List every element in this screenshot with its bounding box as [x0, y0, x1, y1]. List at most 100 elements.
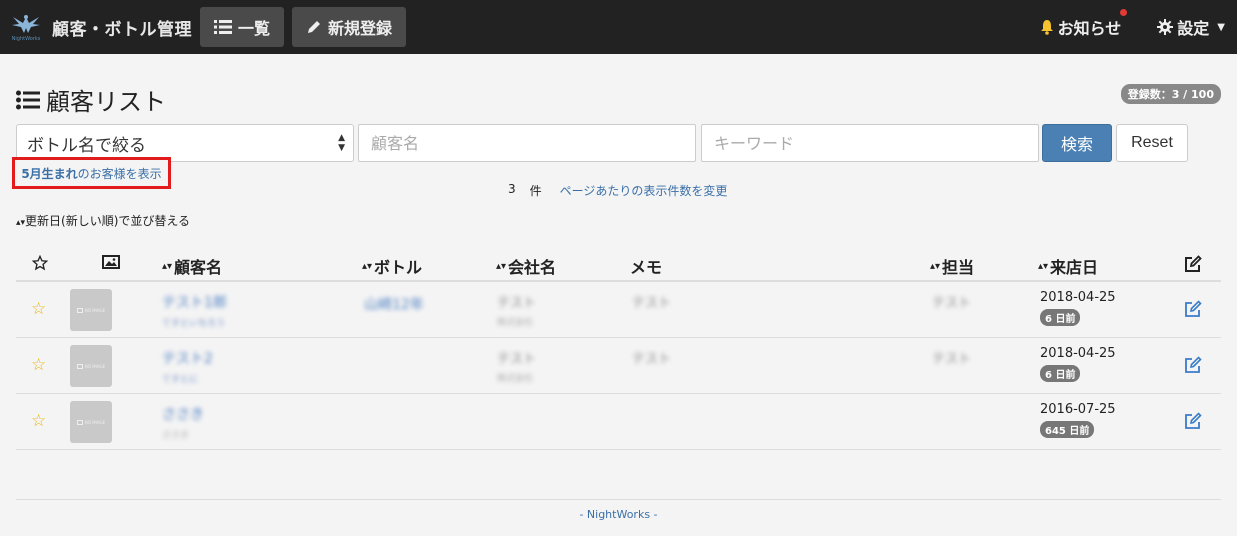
birth-month-filter-link[interactable]: 5月生まれ のお客様を表示 — [12, 157, 171, 189]
edit-icon — [1185, 300, 1202, 317]
customer-name-cell[interactable]: ささき ささき — [162, 404, 204, 441]
memo-header: メモ — [630, 254, 662, 278]
company-header-label: 会社名 — [508, 258, 557, 277]
image-header-icon — [102, 255, 120, 269]
app-logo[interactable]: NightWorks — [8, 9, 44, 45]
company-name: テスト — [497, 296, 537, 311]
customer-name: ささき — [162, 407, 204, 423]
visit-cell: 2016-07-25 645 日前 — [1040, 402, 1116, 438]
nav-new-button[interactable]: 新規登録 — [292, 7, 407, 47]
bird-icon — [12, 14, 40, 33]
sort-icon: ▴▾ — [16, 218, 26, 228]
sort-label: 更新日(新しい順)で並び替える — [25, 214, 191, 228]
footer-link[interactable]: - NightWorks - — [0, 508, 1237, 521]
image-icon — [76, 363, 83, 369]
company-sub: 株式会社 — [497, 318, 534, 328]
select-arrows-icon: ▲ ▼ — [338, 133, 345, 153]
footer-divider — [16, 499, 1221, 500]
memo-header-label: メモ — [630, 258, 663, 277]
customer-thumbnail: NO IMAGE — [70, 289, 112, 331]
sort-icon: ▴▾ — [162, 260, 173, 272]
image-icon — [102, 255, 120, 269]
search-button[interactable]: 検索 — [1042, 124, 1112, 162]
app-brand[interactable]: 顧客・ボトル管理 — [52, 15, 192, 40]
sort-icon: ▴▾ — [362, 260, 373, 272]
bottle-header-label: ボトル — [374, 258, 423, 277]
favorite-star-icon[interactable]: ☆ — [31, 299, 46, 319]
birth-month-strong: 5月生まれ — [21, 166, 78, 181]
result-count: 3 — [508, 182, 516, 196]
favorite-star-icon[interactable]: ☆ — [31, 411, 46, 431]
visit-cell: 2018-04-25 6 日前 — [1040, 346, 1116, 382]
customer-name-cell[interactable]: テスト2 てすとに — [162, 348, 213, 385]
visit-date: 2016-07-25 — [1040, 402, 1116, 417]
list-icon — [16, 90, 40, 109]
gear-icon — [1157, 19, 1174, 35]
days-ago-badge: 645 日前 — [1040, 421, 1095, 438]
customer-kana: てすとに — [162, 375, 199, 385]
table-row[interactable]: ☆ NO IMAGE テスト1郎 てすといちろう 山崎12年 テスト 株式会社 … — [16, 282, 1221, 338]
customer-name: テスト1郎 — [162, 295, 227, 311]
company-header[interactable]: ▴▾ 会社名 — [496, 254, 556, 278]
keyword-input[interactable] — [701, 124, 1039, 162]
memo-cell: テスト — [632, 296, 672, 311]
customer-name: テスト2 — [162, 351, 213, 367]
thumb-text: NO IMAGE — [84, 363, 106, 369]
company-cell: テスト 株式会社 — [497, 348, 536, 384]
page-title-text: 顧客リスト — [46, 88, 166, 116]
bottle-header[interactable]: ▴▾ ボトル — [362, 254, 422, 278]
settings-dropdown[interactable]: 設定 ▼ — [1147, 15, 1235, 39]
table-row[interactable]: ☆ NO IMAGE ささき ささき 2016-07-25 645 日前 — [16, 394, 1221, 450]
edit-header-icon — [1184, 255, 1202, 273]
visit-header[interactable]: ▴▾ 来店日 — [1038, 254, 1098, 278]
visit-cell: 2018-04-25 6 日前 — [1040, 290, 1116, 326]
customer-name-input[interactable] — [358, 124, 696, 162]
favorite-header-icon — [32, 255, 48, 271]
company-sub: 株式会社 — [497, 374, 534, 384]
image-icon — [76, 419, 83, 425]
edit-row-button[interactable] — [1184, 412, 1202, 434]
notice-label: お知らせ — [1057, 19, 1122, 38]
reset-button[interactable]: Reset — [1116, 124, 1188, 162]
nav-list-label: 一覧 — [238, 19, 271, 38]
nav-list-button[interactable]: 一覧 — [200, 7, 285, 47]
staff-cell: テスト — [932, 352, 972, 367]
thumb-text: NO IMAGE — [84, 419, 106, 425]
per-page-link[interactable]: ページあたりの表示件数を変更 — [560, 182, 728, 199]
thumb-text: NO IMAGE — [84, 307, 106, 313]
page-title: 顧客リスト — [16, 82, 166, 117]
customer-header-label: 顧客名 — [174, 258, 223, 277]
company-name: テスト — [497, 352, 537, 367]
customer-kana: ささき — [162, 431, 190, 441]
sort-toggle[interactable]: ▴▾更新日(新しい順)で並び替える — [16, 212, 190, 229]
bottle-filter-value: ボトル名で絞る — [27, 135, 146, 156]
sort-icon: ▴▾ — [1038, 260, 1049, 272]
company-cell: テスト 株式会社 — [497, 292, 536, 328]
sort-icon: ▴▾ — [496, 260, 507, 272]
notice-dot — [1120, 9, 1128, 16]
edit-icon — [1185, 412, 1202, 429]
result-info: 3 件 ページあたりの表示件数を変更 — [508, 182, 727, 199]
staff-cell: テスト — [932, 296, 972, 311]
settings-label: 設定 — [1177, 19, 1210, 38]
customer-thumbnail: NO IMAGE — [70, 401, 112, 443]
bottle-cell: 山崎12年 — [364, 297, 424, 313]
table-row[interactable]: ☆ NO IMAGE テスト2 てすとに テスト 株式会社 テスト テスト 20… — [16, 338, 1221, 394]
birth-month-rest: のお客様を表示 — [77, 166, 162, 181]
edit-row-button[interactable] — [1184, 300, 1202, 322]
image-icon — [76, 307, 83, 313]
customer-name-cell[interactable]: テスト1郎 てすといちろう — [162, 292, 227, 329]
favorite-star-icon[interactable]: ☆ — [31, 355, 46, 375]
customer-kana: てすといちろう — [162, 319, 226, 329]
top-navbar: NightWorks 顧客・ボトル管理 一覧 新規登録 お知らせ 設定 ▼ — [0, 0, 1237, 54]
notice-link[interactable]: お知らせ — [1030, 9, 1132, 39]
staff-header-label: 担当 — [942, 258, 975, 277]
customer-header[interactable]: ▴▾ 顧客名 — [162, 254, 222, 278]
visit-header-label: 来店日 — [1050, 258, 1099, 277]
caret-down-icon: ▼ — [1217, 21, 1225, 33]
edit-icon — [1185, 255, 1202, 272]
logo-text: NightWorks — [11, 35, 41, 42]
edit-row-button[interactable] — [1184, 356, 1202, 378]
customer-table: ▴▾ 顧客名 ▴▾ ボトル ▴▾ 会社名 メモ ▴▾ 担当 ▴▾ 来店日 ☆ NO IMA… — [16, 246, 1221, 450]
staff-header[interactable]: ▴▾ 担当 — [930, 254, 974, 278]
